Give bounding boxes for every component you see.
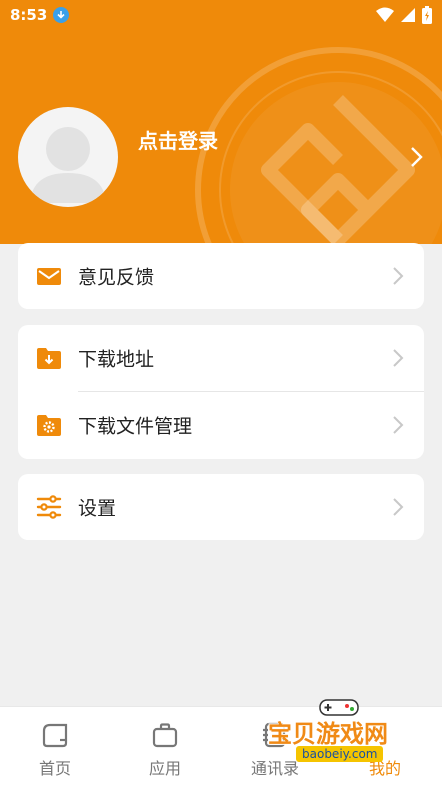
profile-header: 8:53 点击登录 xyxy=(0,0,442,244)
chevron-right-icon[interactable] xyxy=(409,145,425,169)
tab-home[interactable]: 首页 xyxy=(0,707,110,787)
avatar[interactable] xyxy=(18,107,118,207)
status-time: 8:53 xyxy=(10,6,48,24)
tab-apps[interactable]: 应用 xyxy=(110,707,220,787)
watermark-title: 宝贝游戏网 xyxy=(268,720,388,748)
settings-card: 设置 xyxy=(18,474,424,540)
chevron-right-icon xyxy=(393,267,404,285)
tab-label-apps: 应用 xyxy=(148,759,181,778)
download-card: 下载地址 下载文件管理 xyxy=(18,325,424,459)
watermark-url: baobeiy.com xyxy=(296,746,384,762)
chevron-right-icon xyxy=(393,498,404,516)
login-link[interactable]: 点击登录 xyxy=(138,125,218,154)
folder-gear-icon xyxy=(37,415,61,436)
menu-item-settings[interactable]: 设置 xyxy=(18,474,424,540)
mail-icon xyxy=(37,268,61,285)
menu-label-feedback: 意见反馈 xyxy=(78,266,155,289)
menu-item-download-manager[interactable]: 下载文件管理 xyxy=(18,392,424,458)
signal-icon xyxy=(401,8,415,22)
menu-label-settings: 设置 xyxy=(78,497,117,520)
chevron-right-icon xyxy=(393,416,404,434)
wifi-icon xyxy=(376,7,394,22)
menu-item-download-address[interactable]: 下载地址 xyxy=(18,325,424,391)
download-badge-icon xyxy=(53,7,69,23)
tab-label-home: 首页 xyxy=(38,759,71,778)
home-icon xyxy=(42,723,68,748)
school-seal-watermark xyxy=(195,47,442,244)
menu-item-feedback[interactable]: 意见反馈 xyxy=(18,243,424,309)
folder-download-icon xyxy=(37,348,61,369)
menu-label-download-manager: 下载文件管理 xyxy=(78,415,193,438)
chevron-right-icon xyxy=(393,349,404,367)
sliders-icon xyxy=(36,495,62,519)
status-bar: 8:53 xyxy=(0,0,442,32)
briefcase-icon xyxy=(152,723,178,748)
site-watermark: 宝贝游戏网 baobeiy.com xyxy=(262,696,442,786)
avatar-icon xyxy=(30,127,106,203)
feedback-card: 意见反馈 xyxy=(18,243,424,309)
menu-label-download-address: 下载地址 xyxy=(78,348,155,371)
battery-icon xyxy=(422,6,432,24)
